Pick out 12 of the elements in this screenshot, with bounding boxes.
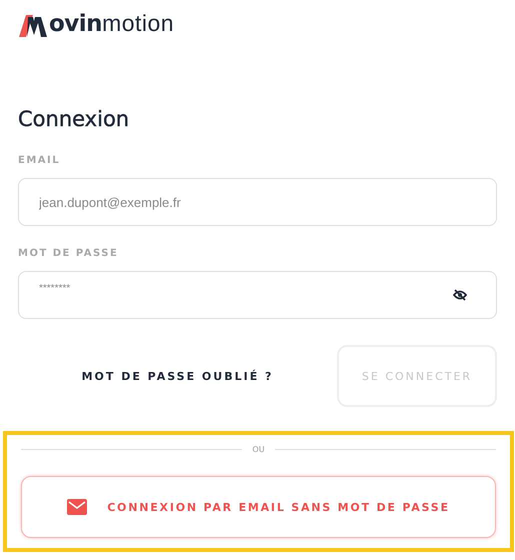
- field-label: MOT DE PASSE: [18, 248, 120, 260]
- separator-text: OU: [252, 445, 265, 454]
- page-title: Connexion: [18, 106, 130, 133]
- logo-text: ovinmotion: [49, 9, 174, 39]
- logo-icon: [19, 15, 49, 37]
- envelope-icon: [67, 499, 88, 515]
- field-label: EMAIL: [18, 155, 62, 167]
- eye-slash-icon[interactable]: [453, 289, 467, 301]
- input-field[interactable]: jean.dupont@exemple.fr: [18, 178, 497, 226]
- email-login-button[interactable]: CONNEXION PAR EMAIL SANS MOT DE PASSE: [21, 476, 496, 538]
- forgot-password-link[interactable]: MOT DE PASSE OUBLIÉ ?: [18, 370, 337, 382]
- input-field[interactable]: ********: [18, 271, 497, 319]
